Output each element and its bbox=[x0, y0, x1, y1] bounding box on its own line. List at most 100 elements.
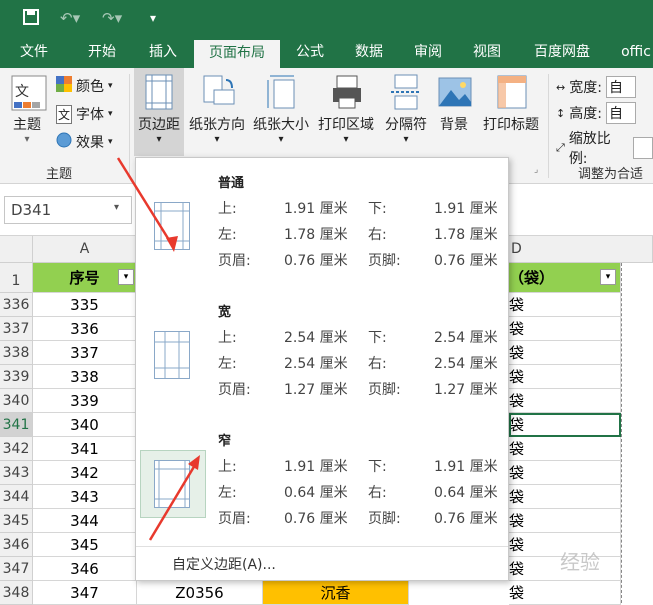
cell-a[interactable]: 343 bbox=[33, 485, 137, 509]
tab-formulas[interactable]: 公式 bbox=[286, 37, 334, 68]
cell-a[interactable]: 339 bbox=[33, 389, 137, 413]
tab-baidu-netdisk[interactable]: 百度网盘 bbox=[522, 37, 602, 68]
effects-button[interactable]: 效果 ▾ bbox=[56, 132, 113, 152]
name-box[interactable]: D341 bbox=[4, 196, 132, 224]
name-box-dropdown-icon[interactable]: ▾ bbox=[114, 202, 119, 213]
row-header[interactable]: 344 bbox=[0, 485, 33, 509]
column-header-d[interactable]: D bbox=[509, 236, 653, 263]
cell-d[interactable]: 袋 bbox=[509, 413, 621, 437]
column-header-a[interactable]: A bbox=[33, 236, 137, 263]
height-select[interactable]: 自 bbox=[605, 102, 636, 124]
scale-control[interactable]: ⤢ 缩放比例: bbox=[556, 128, 653, 168]
tab-review[interactable]: 审阅 bbox=[402, 37, 454, 68]
cell-d[interactable]: 袋 bbox=[509, 437, 621, 461]
height-icon: ↕ bbox=[556, 106, 566, 120]
undo-icon[interactable]: ↶▾ bbox=[60, 8, 80, 28]
colors-button[interactable]: 颜色 ▾ bbox=[56, 76, 113, 96]
cell-a[interactable]: 345 bbox=[33, 533, 137, 557]
tab-home[interactable]: 开始 bbox=[74, 37, 130, 68]
row-header[interactable]: 337 bbox=[0, 317, 33, 341]
row-header[interactable]: 339 bbox=[0, 365, 33, 389]
cell-a[interactable]: 346 bbox=[33, 557, 137, 581]
select-all-corner[interactable] bbox=[0, 236, 33, 263]
cell-d[interactable]: 袋 bbox=[509, 317, 621, 341]
scale-input[interactable] bbox=[633, 137, 653, 159]
cell-d[interactable]: 袋 bbox=[509, 461, 621, 485]
cell-d[interactable]: 袋 bbox=[509, 365, 621, 389]
margin-value: 1.91 厘米 bbox=[434, 459, 498, 475]
filter-dropdown-icon[interactable]: ▾ bbox=[600, 269, 616, 285]
cell-a[interactable]: 336 bbox=[33, 317, 137, 341]
row-header[interactable]: 1 bbox=[0, 263, 33, 293]
width-select[interactable]: 自 bbox=[605, 76, 636, 98]
breaks-button[interactable]: 分隔符 ▾ bbox=[380, 74, 432, 145]
margin-label: 右: bbox=[368, 485, 387, 501]
filter-dropdown-icon[interactable]: ▾ bbox=[118, 269, 134, 285]
cell-d[interactable]: 袋 bbox=[509, 389, 621, 413]
margin-label: 左: bbox=[218, 356, 237, 372]
margins-option-wide[interactable]: 宽上: 2.54 厘米 下: 2.54 厘米 左: 2.54 厘米 右: 2.54 厘米 页眉:… bbox=[136, 291, 508, 419]
margin-label: 左: bbox=[218, 485, 237, 501]
cell-a[interactable]: 347 bbox=[33, 581, 137, 605]
margin-label: 上: bbox=[218, 459, 237, 475]
row-header[interactable]: 341 bbox=[0, 413, 33, 437]
cell-a[interactable]: 342 bbox=[33, 461, 137, 485]
tab-insert[interactable]: 插入 bbox=[136, 37, 190, 68]
tab-office[interactable]: offic bbox=[614, 37, 653, 68]
fonts-button[interactable]: 文 字体 ▾ bbox=[56, 104, 113, 124]
cell-d[interactable]: 袋 bbox=[509, 485, 621, 509]
ribbon-separator bbox=[129, 74, 130, 178]
cell-a[interactable]: 337 bbox=[33, 341, 137, 365]
margins-option-narrow[interactable]: 窄上: 1.91 厘米 下: 1.91 厘米 左: 0.64 厘米 右: 0.64 厘米 页眉:… bbox=[136, 420, 508, 548]
print-titles-button[interactable]: 打印标题 bbox=[478, 74, 544, 134]
margin-value: 0.76 厘米 bbox=[284, 511, 348, 527]
row-header[interactable]: 347 bbox=[0, 557, 33, 581]
row-header[interactable]: 345 bbox=[0, 509, 33, 533]
size-button[interactable]: 纸张大小 ▾ bbox=[250, 74, 312, 145]
tab-page-layout[interactable]: 页面布局 bbox=[194, 40, 280, 68]
row-header[interactable]: 346 bbox=[0, 533, 33, 557]
margins-button[interactable]: 页边距 ▾ bbox=[134, 68, 184, 156]
cell-d[interactable]: 袋 bbox=[509, 581, 621, 605]
cell-a[interactable]: 338 bbox=[33, 365, 137, 389]
cell-b[interactable]: Z0356 bbox=[137, 581, 263, 605]
themes-button[interactable]: 文 主题 ▾ bbox=[6, 74, 48, 145]
height-control[interactable]: ↕ 高度: 自 bbox=[556, 102, 636, 124]
row-header[interactable]: 338 bbox=[0, 341, 33, 365]
cell-a[interactable]: 344 bbox=[33, 509, 137, 533]
row-header[interactable]: 348 bbox=[0, 581, 33, 605]
margin-label: 页眉: bbox=[218, 253, 251, 269]
margin-value: 0.76 厘米 bbox=[434, 511, 498, 527]
dialog-launcher-icon[interactable]: ⌟ bbox=[534, 165, 538, 175]
tab-data[interactable]: 数据 bbox=[344, 37, 394, 68]
tab-file[interactable]: 文件 bbox=[4, 37, 64, 68]
cell-a[interactable]: 340 bbox=[33, 413, 137, 437]
row-header[interactable]: 340 bbox=[0, 389, 33, 413]
margin-label: 上: bbox=[218, 201, 237, 217]
header-cell-a[interactable]: 序号 ▾ bbox=[33, 263, 137, 293]
row-header[interactable]: 343 bbox=[0, 461, 33, 485]
save-icon[interactable] bbox=[22, 8, 40, 31]
redo-icon[interactable]: ↷▾ bbox=[102, 8, 122, 28]
cell-d[interactable]: 袋 bbox=[509, 293, 621, 317]
cell-d[interactable]: 袋 bbox=[509, 341, 621, 365]
option-name: 宽 bbox=[218, 305, 232, 320]
tab-view[interactable]: 视图 bbox=[462, 37, 512, 68]
customize-icon[interactable]: ▾ bbox=[150, 8, 156, 28]
cell-d[interactable]: 袋 bbox=[509, 509, 621, 533]
header-cell-d[interactable]: （袋） ▾ bbox=[509, 263, 621, 293]
margins-option-normal[interactable]: 普通 上: 1.91 厘米 下: 1.91 厘米 左: 1.78 厘米 右: 1.78 厘米 页眉… bbox=[136, 162, 508, 290]
cell-a[interactable]: 341 bbox=[33, 437, 137, 461]
cell-a[interactable]: 335 bbox=[33, 293, 137, 317]
orientation-button[interactable]: 纸张方向 ▾ bbox=[186, 74, 248, 145]
cell-c[interactable]: 沉香 bbox=[263, 581, 409, 605]
width-control[interactable]: ↔ 宽度: 自 bbox=[556, 76, 636, 98]
colors-label: 颜色 bbox=[76, 79, 104, 95]
row-header[interactable]: 336 bbox=[0, 293, 33, 317]
print-area-button[interactable]: 打印区域 ▾ bbox=[314, 74, 378, 145]
background-button[interactable]: 背景 bbox=[434, 74, 474, 134]
margin-label: 下: bbox=[368, 201, 387, 217]
row-header[interactable]: 342 bbox=[0, 437, 33, 461]
orientation-icon bbox=[200, 74, 235, 108]
custom-margins-item[interactable]: 自定义边距(A)... bbox=[172, 554, 276, 574]
